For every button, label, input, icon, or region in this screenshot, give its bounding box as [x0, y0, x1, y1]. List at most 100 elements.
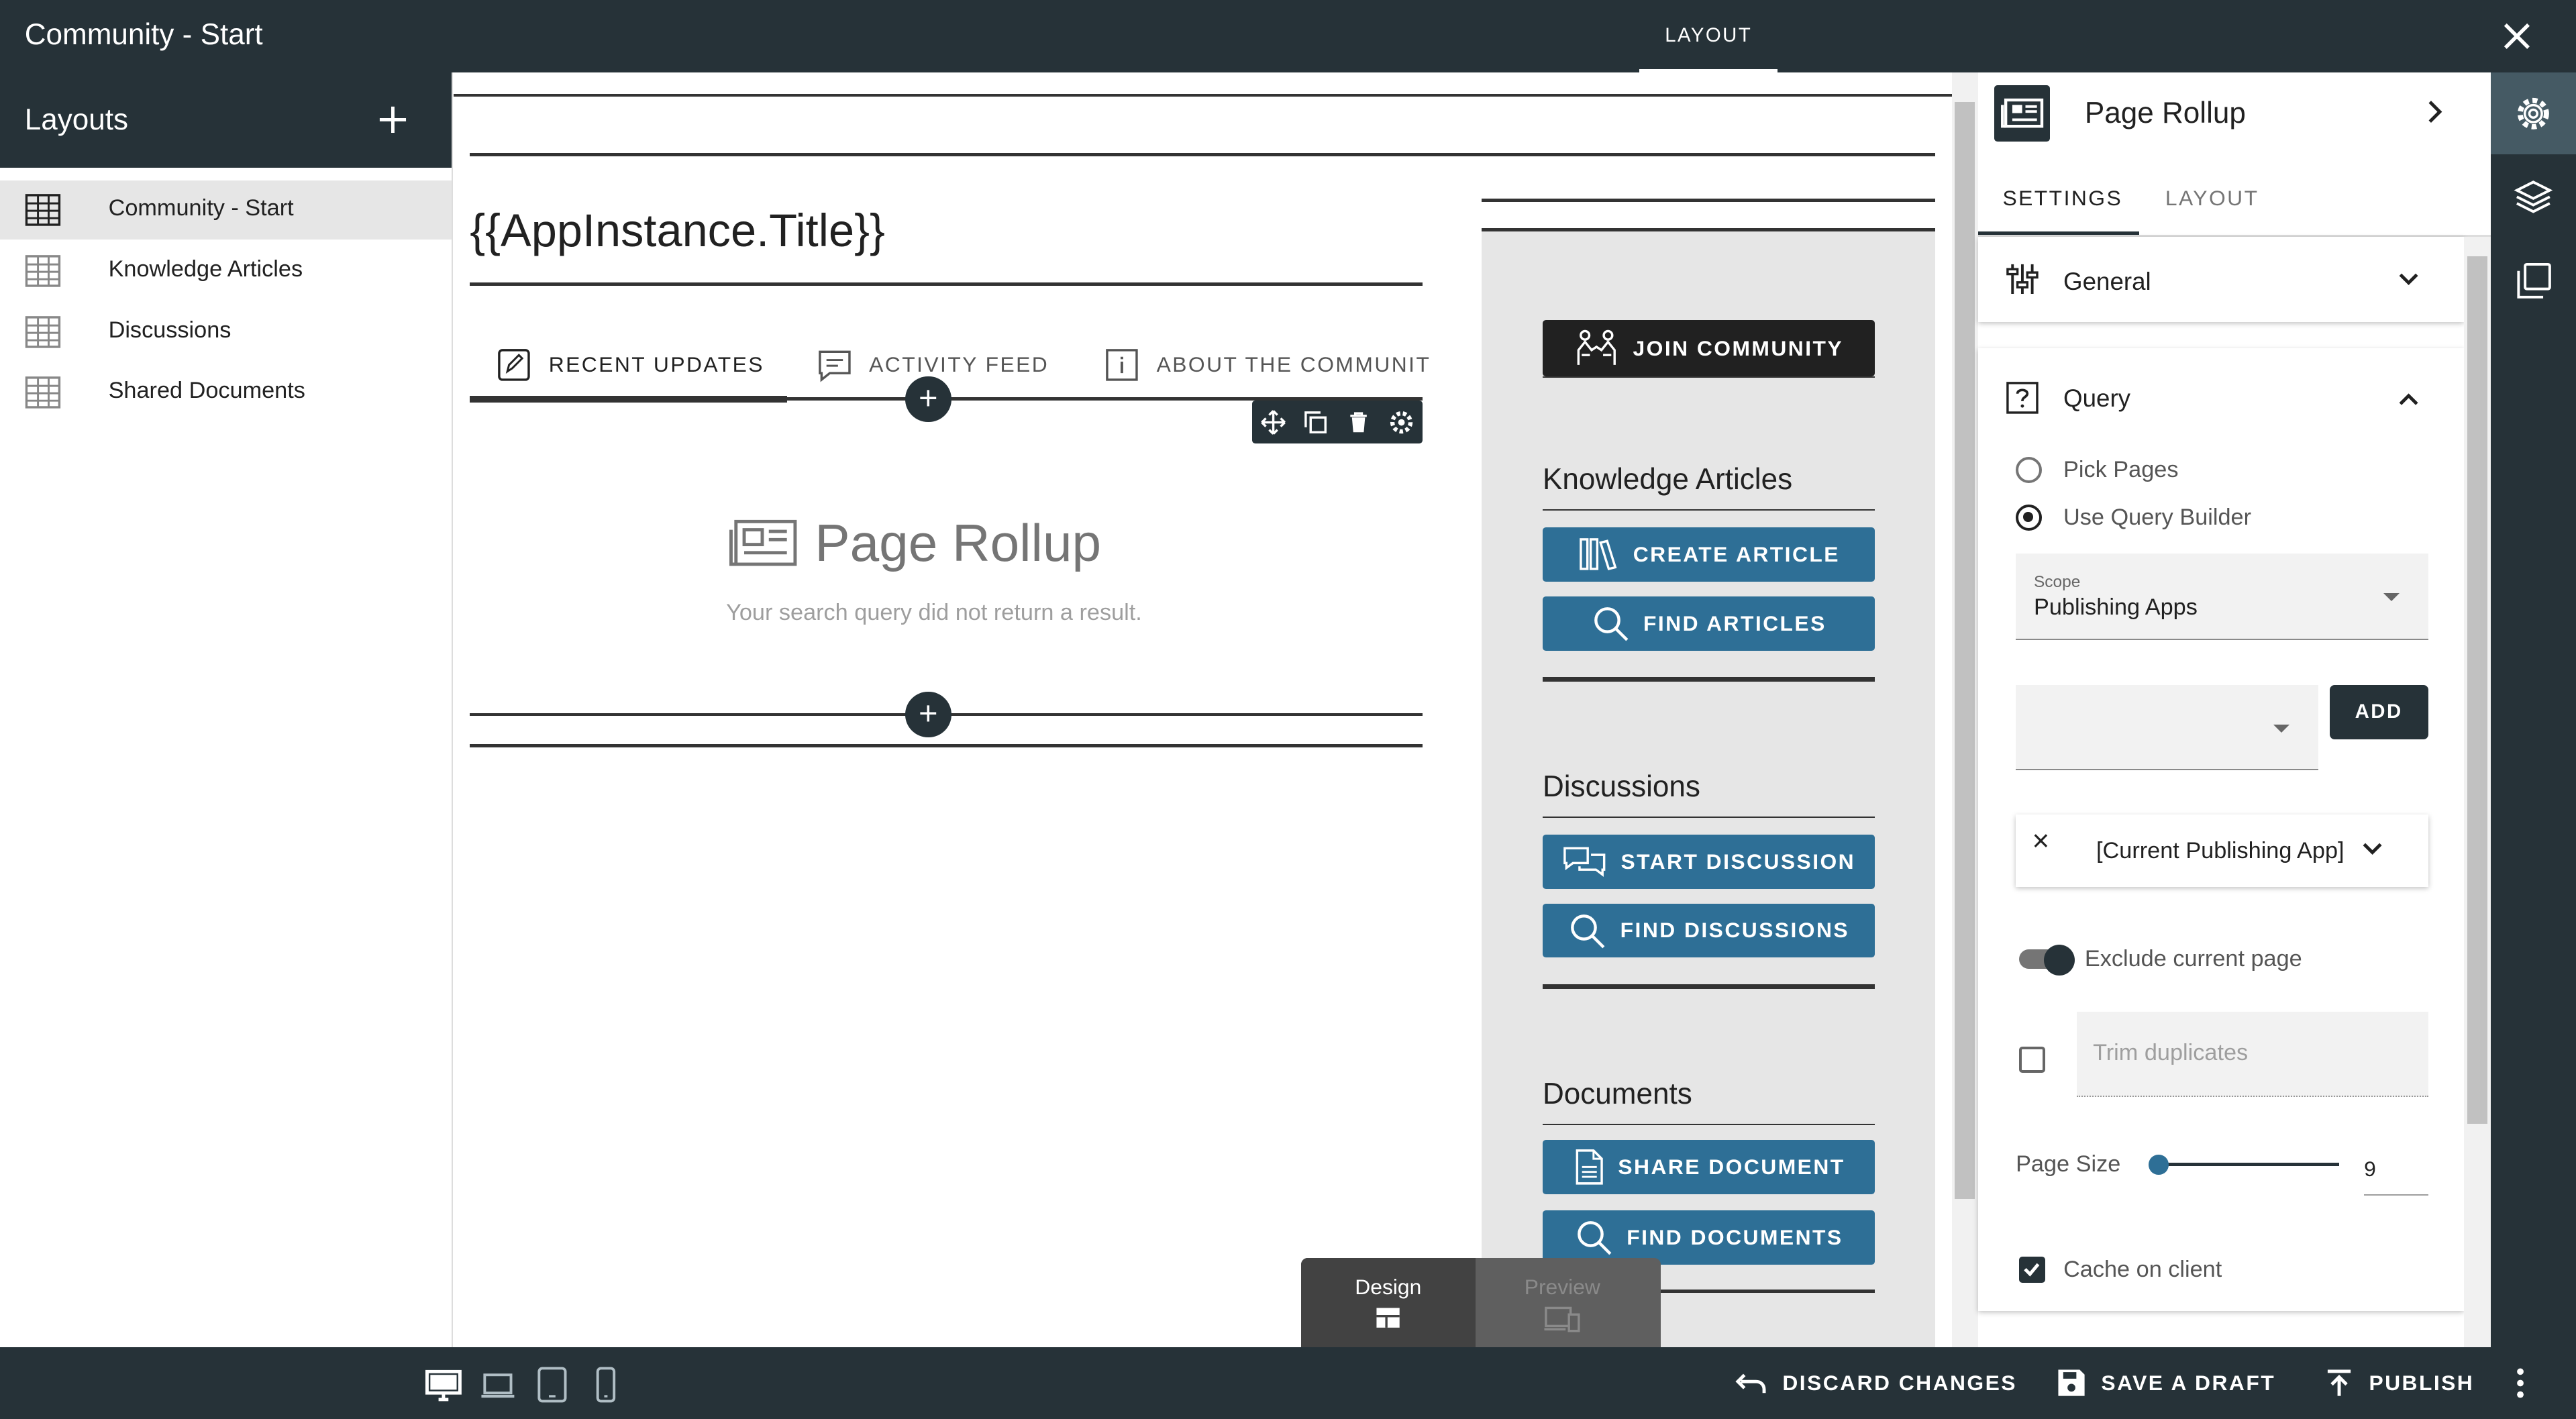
- tablet-icon[interactable]: [534, 1367, 570, 1403]
- page-heading[interactable]: {{AppInstance.Title}}: [470, 204, 885, 257]
- close-icon[interactable]: [2499, 18, 2535, 54]
- add-section-button[interactable]: +: [905, 691, 951, 738]
- section-title-knowledge-articles: Knowledge Articles: [1542, 463, 1793, 496]
- layout-item-community-start[interactable]: Community - Start: [0, 180, 452, 240]
- trim-duplicates-checkbox[interactable]: [2018, 1046, 2046, 1073]
- tab-label: ABOUT THE COMMUNIT: [1156, 352, 1431, 376]
- search-icon: [1578, 1221, 1612, 1255]
- divider: [453, 93, 1952, 97]
- cache-on-client-checkbox[interactable]: [2018, 1256, 2046, 1283]
- button-label: JOIN COMMUNITY: [1633, 335, 1844, 360]
- app-title: Community - Start: [24, 17, 263, 51]
- properties-title: Page Rollup: [2084, 97, 2246, 130]
- slider-handle[interactable]: [2149, 1155, 2169, 1175]
- laptop-icon[interactable]: [480, 1367, 516, 1403]
- discard-changes-button[interactable]: DISCARD CHANGES: [1735, 1347, 2017, 1419]
- save-draft-button[interactable]: SAVE A DRAFT: [2057, 1347, 2275, 1419]
- properties-scrollbar[interactable]: [2464, 236, 2491, 1347]
- dropdown-arrow-icon: [2273, 724, 2290, 733]
- layout-item-discussions[interactable]: Discussions: [0, 302, 452, 361]
- chevron-right-icon[interactable]: [2422, 99, 2448, 125]
- general-section[interactable]: General: [1977, 236, 2465, 322]
- rail-settings[interactable]: [2490, 72, 2576, 155]
- scope-filter-select[interactable]: [2016, 684, 2318, 770]
- edit-note-icon: [498, 348, 531, 381]
- start-discussion-button[interactable]: START DISCUSSION: [1542, 834, 1875, 889]
- tab-layout-props[interactable]: LAYOUT: [2165, 186, 2259, 211]
- layout-item-shared-documents[interactable]: Shared Documents: [0, 363, 452, 422]
- grid-icon: [25, 194, 60, 227]
- create-article-button[interactable]: CREATE ARTICLE: [1542, 527, 1875, 582]
- rollup-title: Page Rollup: [815, 513, 1102, 572]
- share-document-button[interactable]: SHARE DOCUMENT: [1542, 1140, 1875, 1194]
- page-rollup-widget[interactable]: Page Rollup: [729, 513, 1101, 574]
- settings-icon[interactable]: [1388, 409, 1414, 435]
- scrollbar-thumb[interactable]: [2467, 256, 2487, 1124]
- view-mode-switch: Design Preview: [1301, 1258, 1661, 1347]
- scope-value: Publishing Apps: [2033, 594, 2198, 621]
- tab-recent-updates[interactable]: RECENT UPDATES: [496, 341, 764, 388]
- button-label: FIND DOCUMENTS: [1627, 1225, 1843, 1250]
- add-layout-icon[interactable]: [376, 103, 409, 136]
- tab-layout[interactable]: LAYOUT: [1639, 0, 1778, 72]
- button-label: DISCARD CHANGES: [1782, 1370, 2017, 1395]
- trim-duplicates-field[interactable]: Trim duplicates: [2076, 1012, 2428, 1097]
- join-community-button[interactable]: JOIN COMMUNITY: [1542, 320, 1875, 376]
- copy-icon: [2517, 263, 2551, 299]
- rail-layers[interactable]: [2491, 156, 2576, 238]
- toggle-knob[interactable]: [2043, 944, 2075, 976]
- find-documents-button[interactable]: FIND DOCUMENTS: [1542, 1210, 1875, 1265]
- publish-button[interactable]: PUBLISH: [2324, 1347, 2474, 1419]
- scrollbar-thumb[interactable]: [1955, 101, 1975, 1200]
- layout-item-knowledge-articles[interactable]: Knowledge Articles: [0, 242, 452, 301]
- close-icon[interactable]: ×: [2032, 825, 2050, 858]
- find-discussions-button[interactable]: FIND DISCUSSIONS: [1542, 903, 1875, 958]
- design-mode-button[interactable]: Design: [1301, 1258, 1476, 1347]
- copy-icon[interactable]: [1302, 409, 1329, 435]
- use-query-builder-radio[interactable]: [2016, 504, 2043, 531]
- scope-chip[interactable]: × [Current Publishing App]: [2016, 814, 2428, 888]
- dashboard-icon: [1376, 1308, 1400, 1328]
- more-vert-icon[interactable]: [2506, 1367, 2535, 1400]
- find-articles-button[interactable]: FIND ARTICLES: [1542, 596, 1875, 651]
- tab-settings[interactable]: SETTINGS: [2002, 186, 2122, 211]
- properties-header: Page Rollup: [1978, 72, 2491, 154]
- layout-item-label: Community - Start: [108, 195, 294, 221]
- newspaper-icon: [729, 520, 797, 566]
- query-title[interactable]: Query: [2063, 384, 2130, 413]
- section-title-documents: Documents: [1542, 1078, 1692, 1111]
- layouts-panel: Layouts Community - Start Knowledge Arti…: [0, 72, 454, 1347]
- tab-about-community[interactable]: ABOUT THE COMMUNIT: [1104, 341, 1431, 388]
- divider: [1542, 509, 1875, 511]
- canvas-scrollbar[interactable]: [1951, 72, 1978, 1347]
- page-size-input[interactable]: 9: [2364, 1151, 2428, 1196]
- dropdown-arrow-icon: [2383, 592, 2400, 601]
- search-icon: [1571, 914, 1605, 948]
- tab-label: RECENT UPDATES: [548, 352, 764, 376]
- add-section-button[interactable]: +: [905, 376, 951, 423]
- divider: [1542, 676, 1875, 682]
- rail-copy[interactable]: [2491, 240, 2576, 321]
- desktop-icon[interactable]: [425, 1367, 462, 1403]
- pick-pages-radio[interactable]: [2016, 456, 2043, 483]
- chevron-down-icon[interactable]: [2359, 839, 2385, 859]
- section-title-discussions: Discussions: [1542, 770, 1700, 804]
- cache-on-client-label: Cache on client: [2063, 1256, 2222, 1282]
- phone-icon[interactable]: [588, 1367, 624, 1403]
- button-label: FIND DISCUSSIONS: [1620, 918, 1850, 943]
- add-scope-button[interactable]: ADD: [2329, 684, 2428, 739]
- scope-select[interactable]: Scope Publishing Apps: [2016, 554, 2428, 641]
- bottom-bar: DISCARD CHANGES SAVE A DRAFT PUBLISH: [0, 1347, 2576, 1419]
- delete-icon[interactable]: [1345, 409, 1372, 435]
- move-icon[interactable]: [1260, 409, 1286, 435]
- upload-icon: [2328, 1369, 2351, 1397]
- divider: [1542, 984, 1875, 989]
- preview-mode-button[interactable]: Preview: [1476, 1258, 1650, 1347]
- layouts-title: Layouts: [24, 103, 128, 137]
- page-size-slider[interactable]: [2159, 1163, 2340, 1167]
- pick-pages-label: Pick Pages: [2063, 456, 2179, 482]
- search-icon: [1594, 607, 1629, 641]
- button-label: SAVE A DRAFT: [2101, 1370, 2276, 1395]
- button-label: START DISCUSSION: [1620, 849, 1856, 874]
- chevron-up-icon[interactable]: [2395, 389, 2422, 409]
